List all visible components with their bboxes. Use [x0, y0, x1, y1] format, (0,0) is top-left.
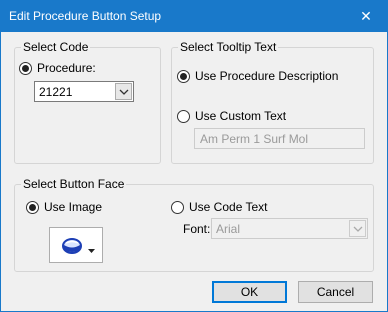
cancel-button[interactable]: Cancel: [298, 281, 373, 303]
window-title: Edit Procedure Button Setup: [9, 9, 162, 23]
cancel-button-label: Cancel: [316, 285, 355, 299]
select-tooltip-legend: Select Tooltip Text: [178, 40, 279, 54]
use-code-text-radio-circle[interactable]: [171, 200, 184, 214]
use-procedure-description-radio-circle[interactable]: [177, 69, 190, 83]
use-image-radio-circle[interactable]: [26, 200, 39, 214]
font-value: Arial: [216, 222, 241, 236]
procedure-radio-label: Procedure:: [37, 61, 96, 75]
font-label: Font:: [183, 222, 211, 236]
use-image-label: Use Image: [44, 200, 103, 214]
use-custom-text-radio-circle[interactable]: [177, 109, 190, 123]
custom-text-field[interactable]: Am Perm 1 Surf Mol: [194, 128, 365, 149]
ok-button[interactable]: OK: [212, 281, 287, 303]
use-custom-text-radio[interactable]: Use Custom Text: [177, 109, 286, 123]
select-button-face-legend: Select Button Face: [21, 177, 127, 191]
use-image-radio[interactable]: Use Image: [26, 200, 102, 214]
custom-text-value: Am Perm 1 Surf Mol: [200, 132, 309, 146]
procedure-radio[interactable]: Procedure:: [19, 61, 96, 75]
title-bar[interactable]: Edit Procedure Button Setup ✕: [1, 1, 387, 32]
procedure-code-value: 21221: [39, 85, 73, 99]
edit-procedure-button-dialog: Edit Procedure Button Setup ✕ Select Cod…: [0, 0, 388, 312]
use-code-text-radio[interactable]: Use Code Text: [171, 200, 268, 214]
use-procedure-description-radio[interactable]: Use Procedure Description: [177, 69, 338, 83]
close-icon[interactable]: ✕: [355, 6, 377, 26]
font-dropdown[interactable]: Arial: [211, 218, 368, 239]
ok-button-label: OK: [240, 285, 259, 299]
use-custom-text-label: Use Custom Text: [195, 109, 287, 123]
procedure-radio-circle[interactable]: [19, 61, 32, 75]
use-code-text-label: Use Code Text: [189, 200, 268, 214]
chevron-down-icon[interactable]: [349, 220, 366, 237]
procedure-code-dropdown[interactable]: 21221: [34, 81, 134, 102]
tooth-crown-icon: [61, 237, 83, 258]
use-procedure-description-label: Use Procedure Description: [195, 69, 339, 83]
dropdown-arrow-icon[interactable]: [88, 242, 95, 256]
chevron-down-icon[interactable]: [115, 83, 132, 100]
button-image-picker[interactable]: [49, 227, 103, 263]
select-code-legend: Select Code: [21, 40, 91, 54]
